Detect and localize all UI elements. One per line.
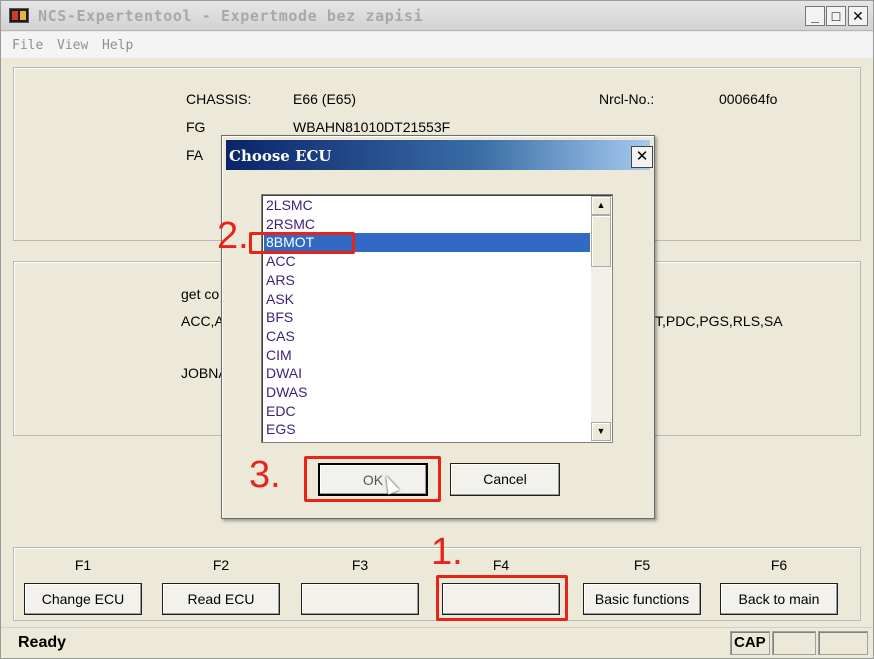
f3-button[interactable]	[301, 583, 419, 615]
nrcl-value: 000664fo	[719, 91, 778, 107]
list-item[interactable]: CAS	[266, 327, 295, 346]
minimize-button[interactable]: _	[805, 6, 825, 26]
list-item[interactable]: DWAI	[266, 364, 302, 383]
status-bar: Ready CAP	[1, 627, 873, 658]
job-line-get-coding: get co	[181, 286, 220, 302]
list-item[interactable]: 2LSMC	[266, 196, 313, 215]
status-cell-num	[772, 631, 816, 655]
cancel-button[interactable]: Cancel	[450, 463, 560, 496]
scroll-thumb[interactable]	[591, 215, 611, 267]
scroll-down-icon[interactable]: ▼	[591, 422, 611, 441]
list-scrollbar[interactable]: ▲ ▼	[591, 196, 611, 441]
read-ecu-button[interactable]: Read ECU	[162, 583, 280, 615]
maximize-button[interactable]: □	[826, 6, 846, 26]
fg-label: FG	[186, 119, 206, 135]
job-line-ecu-list-right: T,PDC,PGS,RLS,SA	[655, 313, 783, 329]
menu-view[interactable]: View	[57, 38, 88, 53]
menu-file[interactable]: File	[12, 38, 43, 53]
annotation-box-f4	[436, 575, 568, 621]
fkey-label-f6: F6	[770, 557, 788, 573]
list-item[interactable]: EDC	[266, 402, 296, 421]
menu-help[interactable]: Help	[102, 38, 133, 53]
annotation-step-1: 1.	[431, 531, 463, 573]
fg-value: WBAHN81010DT21553F	[293, 119, 451, 135]
window-title: NCS-Expertentool - Expertmode bez zapisi	[38, 7, 424, 25]
annotation-step-2: 2.	[217, 215, 249, 257]
fa-label: FA	[186, 147, 204, 163]
status-text: Ready	[18, 634, 67, 651]
back-to-main-button[interactable]: Back to main	[720, 583, 838, 615]
job-line-ecu-list: ACC,A	[181, 313, 224, 329]
annotation-box-ecu	[249, 232, 355, 254]
app-logo-icon	[9, 8, 29, 23]
list-item[interactable]: ACC	[266, 252, 296, 271]
dialog-close-button[interactable]: ✕	[631, 146, 653, 168]
dialog-title: Choose ECU	[229, 147, 332, 165]
list-item[interactable]: ASK	[266, 290, 294, 309]
fkey-label-f5: F5	[633, 557, 651, 573]
main-window: NCS-Expertentool - Expertmode bez zapisi…	[0, 0, 874, 659]
annotation-step-3: 3.	[249, 454, 281, 496]
scroll-up-icon[interactable]: ▲	[591, 196, 611, 215]
fkey-label-f2: F2	[212, 557, 230, 573]
change-ecu-button[interactable]: Change ECU	[24, 583, 142, 615]
dialog-title-bar[interactable]: Choose ECU ✕	[226, 140, 653, 170]
list-item[interactable]: BFS	[266, 308, 293, 327]
list-item[interactable]: CIM	[266, 346, 292, 365]
chassis-label: CHASSIS:	[186, 91, 252, 107]
status-cell-scroll	[818, 631, 868, 655]
fkey-label-f4: F4	[492, 557, 510, 573]
list-item[interactable]: DWAS	[266, 383, 307, 402]
basic-functions-button[interactable]: Basic functions	[583, 583, 701, 615]
list-item[interactable]: ARS	[266, 271, 295, 290]
list-item[interactable]: 2RSMC	[266, 215, 315, 234]
annotation-box-ok	[304, 456, 441, 502]
caps-lock-indicator: CAP	[730, 631, 770, 655]
title-bar[interactable]: NCS-Expertentool - Expertmode bez zapisi…	[1, 1, 873, 31]
fkey-label-f3: F3	[351, 557, 369, 573]
close-window-button[interactable]: ✕	[848, 6, 868, 26]
chassis-value: E66 (E65)	[293, 91, 357, 107]
fkey-label-f1: F1	[74, 557, 92, 573]
menu-bar: File View Help	[1, 32, 873, 58]
list-item[interactable]: EGS	[266, 420, 296, 439]
nrcl-label: Nrcl-No.:	[599, 91, 655, 107]
